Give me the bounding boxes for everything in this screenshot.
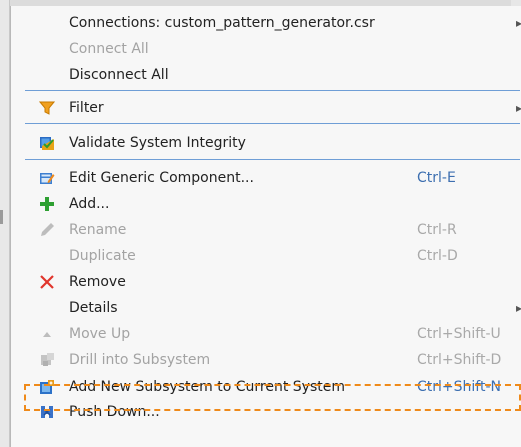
menu-item-connections[interactable]: Connections: custom_pattern_generator.cs…: [11, 10, 521, 36]
menu-item-connect-all[interactable]: Connect All: [11, 36, 521, 62]
menu-separator: [25, 159, 520, 160]
menu-item-rename[interactable]: Rename Ctrl-R: [11, 217, 521, 243]
filter-funnel-icon: [39, 101, 55, 115]
menu-item-move-up[interactable]: Move Up Ctrl+Shift-U: [11, 321, 521, 347]
menu-item-shortcut: Ctrl-R: [417, 222, 457, 238]
menu-item-filter[interactable]: Filter ▸: [11, 95, 521, 121]
menu-item-drill-into-subsystem[interactable]: Drill into Subsystem Ctrl+Shift-D: [11, 347, 521, 373]
menu-separator: [25, 90, 520, 91]
menu-item-label: Rename: [69, 222, 127, 238]
menu-item-details[interactable]: Details ▸: [11, 295, 521, 321]
submenu-arrow-icon: ▸: [516, 101, 521, 115]
menu-item-label: Move Up: [69, 326, 131, 342]
highlight-box: [24, 384, 521, 411]
menu-item-edit-generic-component[interactable]: Edit Generic Component... Ctrl-E: [11, 165, 521, 191]
menu-item-validate-system-integrity[interactable]: Validate System Integrity: [11, 130, 521, 156]
submenu-arrow-icon: ▸: [516, 16, 521, 30]
menu-item-label: Add...: [69, 196, 110, 212]
menu-item-label: Validate System Integrity: [69, 135, 246, 151]
menu-item-label: Edit Generic Component...: [69, 170, 254, 186]
x-icon: [40, 275, 54, 289]
submenu-arrow-icon: ▸: [516, 301, 521, 315]
menu-item-add[interactable]: Add...: [11, 191, 521, 217]
plus-icon: [40, 197, 54, 211]
edit-component-icon: [40, 173, 55, 184]
pencil-icon: [41, 223, 54, 236]
menu-item-duplicate[interactable]: Duplicate Ctrl-D: [11, 243, 521, 269]
drill-subsystem-icon: [41, 353, 54, 366]
menu-item-label: Remove: [69, 274, 126, 290]
menu-item-label: Duplicate: [69, 248, 136, 264]
menu-item-label: Filter: [69, 100, 104, 116]
background-edge-mark: [0, 210, 3, 224]
menu-item-remove[interactable]: Remove: [11, 269, 521, 295]
menu-item-shortcut: Ctrl+Shift-U: [417, 326, 501, 342]
menu-item-label: Disconnect All: [69, 67, 169, 83]
menu-item-label: Details: [69, 300, 118, 316]
menu-item-label: Connect All: [69, 41, 149, 57]
validate-system-icon: [40, 137, 54, 150]
context-menu: Connections: custom_pattern_generator.cs…: [10, 6, 521, 447]
triangle-up-icon: [43, 332, 51, 337]
menu-item-disconnect-all[interactable]: Disconnect All: [11, 62, 521, 88]
menu-item-shortcut: Ctrl+Shift-D: [417, 352, 502, 368]
menu-item-label: Drill into Subsystem: [69, 352, 211, 368]
menu-item-shortcut: Ctrl-E: [417, 170, 456, 186]
menu-separator: [25, 123, 520, 124]
menu-item-shortcut: Ctrl-D: [417, 248, 458, 264]
menu-item-label: Connections: custom_pattern_generator.cs…: [69, 15, 375, 31]
